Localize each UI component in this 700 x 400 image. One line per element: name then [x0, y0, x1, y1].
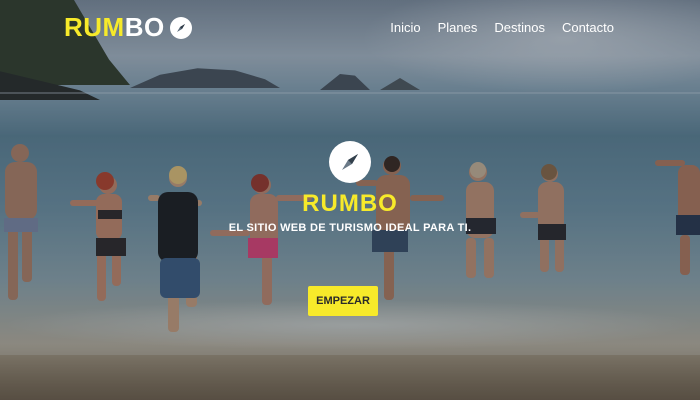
nav-item-inicio[interactable]: Inicio — [390, 20, 420, 35]
hero-tagline: EL SITIO WEB DE TURISMO IDEAL PARA TI. — [228, 222, 472, 234]
compass-icon — [169, 16, 193, 40]
nav-menu: Inicio Planes Destinos Contacto — [390, 20, 614, 35]
compass-icon — [328, 140, 372, 184]
site-logo[interactable]: RUM BO — [64, 12, 193, 43]
hero-title: RUMBO — [302, 190, 398, 217]
nav-item-contacto[interactable]: Contacto — [562, 20, 614, 35]
logo-text: BO — [124, 12, 165, 42]
hero-section: RUM BO Inicio Planes Destinos Contacto R… — [0, 0, 700, 400]
logo-text-accent: RUM — [64, 12, 125, 42]
hero-content: RUMBO EL SITIO WEB DE TURISMO IDEAL PARA… — [210, 140, 490, 234]
nav-item-planes[interactable]: Planes — [438, 20, 478, 35]
nav-item-destinos[interactable]: Destinos — [494, 20, 545, 35]
start-button[interactable]: EMPEZAR — [308, 286, 378, 316]
top-navbar: RUM BO Inicio Planes Destinos Contacto — [0, 0, 700, 56]
